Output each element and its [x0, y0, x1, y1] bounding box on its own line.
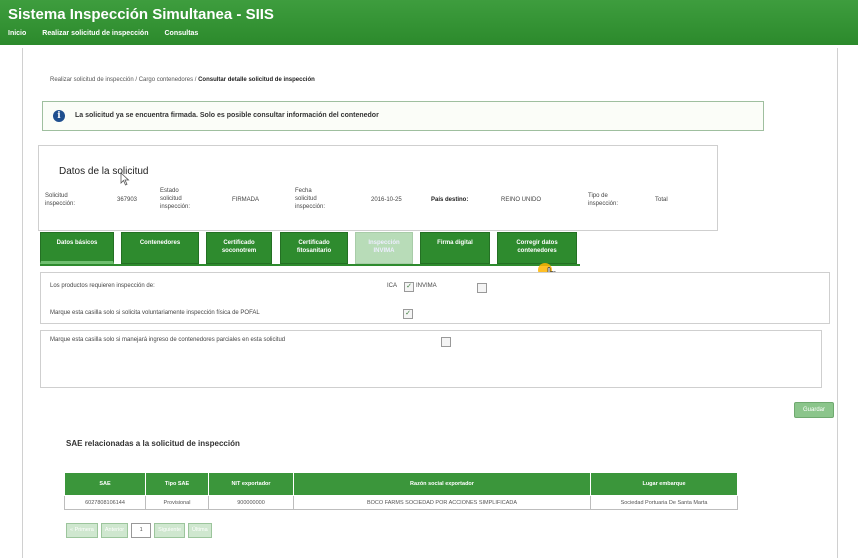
tab-certificado-fitosanitario[interactable]: Certificado fitosanitario	[280, 232, 348, 264]
app-title: Sistema Inspección Simultanea - SIIS	[8, 6, 274, 23]
mouse-cursor-icon	[120, 172, 130, 186]
tab-datos-basicos[interactable]: Datos básicos	[40, 232, 114, 264]
tab-inspeccion-invima[interactable]: Inspección INVIMA	[355, 232, 413, 264]
main-menu: Inicio Realizar solicitud de inspección …	[8, 30, 198, 37]
tipo-label: Tipo de inspección:	[588, 193, 619, 207]
tab-underline	[40, 264, 580, 266]
info-alert: i La solicitud ya se encuentra firmada. …	[42, 101, 764, 131]
col-lugar-embarque[interactable]: Lugar embarque	[590, 472, 738, 496]
menu-item-consultas[interactable]: Consultas	[164, 30, 198, 37]
save-button[interactable]: Guardar	[794, 402, 834, 418]
col-razon-social[interactable]: Razón social exportador	[293, 472, 591, 496]
page-select[interactable]: 1	[131, 523, 152, 538]
breadcrumb-current: Consultar detalle solicitud de inspecció…	[198, 77, 315, 83]
productos-label: Los productos requieren inspección de:	[50, 283, 155, 289]
request-details-panel: Datos de la solicitud	[38, 145, 718, 231]
solicitud-label: Solicitud inspección:	[45, 193, 76, 207]
estado-label: Estado solicitud inspección:	[160, 188, 191, 210]
solicitud-value: 367903	[117, 197, 138, 203]
tipo-value: Total	[655, 197, 668, 203]
table-row[interactable]: 6027808106144 Provisional 900000000 BOCO…	[64, 495, 738, 510]
tab-corregir-datos-contenedores[interactable]: Corregir datos contenedores	[497, 232, 577, 264]
pagination: « Primera Anterior 1 Siguiente Última	[66, 523, 212, 538]
pager-prev-button[interactable]: Anterior	[100, 523, 129, 538]
sae-section-title: SAE relacionadas a la solicitud de inspe…	[66, 439, 240, 448]
ica-checkbox[interactable]: ✓	[404, 282, 414, 292]
pager-next-button[interactable]: Siguiente	[154, 523, 186, 538]
parciales-label: Marque esta casilla solo si manejará ing…	[50, 337, 286, 343]
estado-value: FIRMADA	[232, 197, 259, 203]
menu-item-inicio[interactable]: Inicio	[8, 30, 26, 37]
tab-firma-digital[interactable]: Firma digital	[420, 232, 490, 264]
info-icon: i	[53, 110, 65, 122]
tab-contenedores[interactable]: Contenedores	[121, 232, 199, 264]
pager-first-button[interactable]: « Primera	[66, 523, 98, 538]
tipo-sae-cell: Provisional	[145, 495, 209, 510]
tab-certificado-soconotrem[interactable]: Certificado soconotrem	[206, 232, 272, 264]
menu-item-realizar-solicitud[interactable]: Realizar solicitud de inspección	[42, 30, 148, 37]
col-nit-exportador[interactable]: NIT exportador	[208, 472, 294, 496]
pager-last-button[interactable]: Última	[188, 523, 212, 538]
col-sae[interactable]: SAE	[64, 472, 146, 496]
sae-table: SAE Tipo SAE NIT exportador Razón social…	[64, 472, 738, 510]
ica-label: ICA	[387, 283, 398, 289]
productos-inspeccion-box	[40, 272, 830, 324]
lugar-embarque-cell: Sociedad Portuaria De Santa Marta	[590, 495, 738, 510]
razon-social-cell: BOCO FARMS SOCIEDAD POR ACCIONES SIMPLIF…	[293, 495, 591, 510]
top-header-bar: Sistema Inspección Simultanea - SIIS Ini…	[0, 0, 858, 45]
request-details-title: Datos de la solicitud	[59, 166, 149, 177]
alert-message: La solicitud ya se encuentra firmada. So…	[75, 112, 379, 119]
pais-label: País destino:	[431, 197, 469, 203]
sae-table-header-row: SAE Tipo SAE NIT exportador Razón social…	[64, 472, 738, 496]
fecha-label: Fecha solicitud inspección:	[295, 188, 326, 210]
fecha-value: 2016-10-25	[371, 197, 402, 203]
polfa-checkbox[interactable]: ✓	[403, 309, 413, 319]
parciales-checkbox[interactable]	[441, 337, 451, 347]
invima-checkbox[interactable]	[477, 283, 487, 293]
pais-value: REINO UNIDO	[501, 197, 542, 203]
polfa-label: Marque esta casilla solo si solicita vol…	[50, 310, 260, 316]
breadcrumb-path[interactable]: Realizar solicitud de inspección / Cargo…	[50, 77, 198, 83]
breadcrumb: Realizar solicitud de inspección / Cargo…	[50, 77, 315, 83]
sae-cell: 6027808106144	[64, 495, 146, 510]
invima-label: INVIMA	[416, 283, 437, 289]
col-tipo-sae[interactable]: Tipo SAE	[145, 472, 209, 496]
nit-cell: 900000000	[208, 495, 294, 510]
